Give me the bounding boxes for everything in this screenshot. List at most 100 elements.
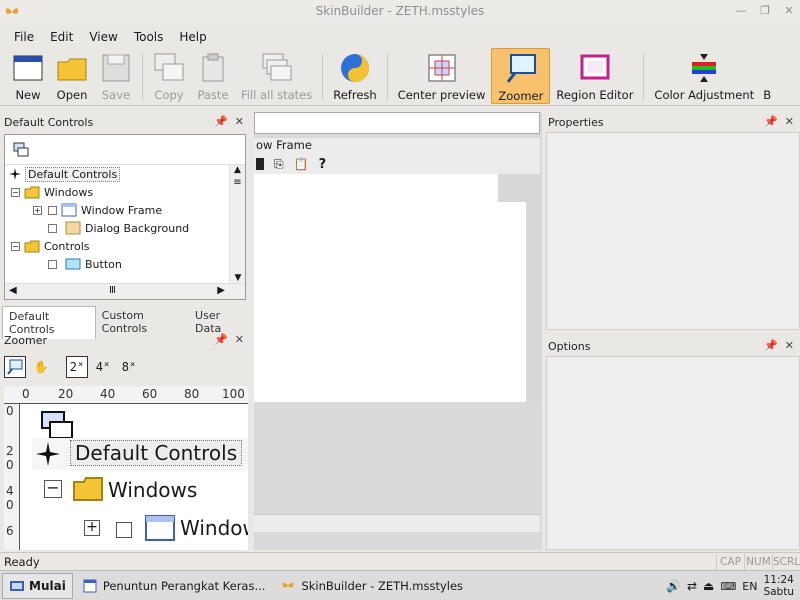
scroll-thumb[interactable]: ≡ — [230, 177, 245, 188]
center-preview-button[interactable]: Center preview — [392, 48, 492, 104]
menu-tools[interactable]: Tools — [126, 30, 172, 44]
tree-item-default-controls[interactable]: Default Controls — [5, 165, 231, 183]
ruler-label: 2 — [6, 444, 14, 458]
open-button[interactable]: Open — [50, 48, 94, 104]
taskbar-item-skinbuilder[interactable]: SkinBuilder - ZETH.msstyles — [275, 573, 469, 599]
region-editor-icon — [580, 54, 610, 80]
close-panel-icon[interactable]: ✕ — [235, 333, 244, 346]
tree-vertical-scrollbar[interactable]: ▲ ≡ ▼ — [229, 165, 245, 283]
minimize-button[interactable]: — — [734, 4, 748, 18]
scroll-left-icon[interactable]: ◀ — [9, 285, 17, 296]
zoom-4x-button[interactable]: 4 ˟ — [92, 356, 114, 378]
zoom-2x-button[interactable]: 2 ˟ — [66, 356, 88, 378]
save-button[interactable]: Save — [94, 48, 138, 104]
new-button[interactable]: New — [6, 48, 50, 104]
zoomer-button[interactable]: Zoomer — [491, 48, 551, 104]
checkbox[interactable] — [48, 223, 57, 233]
preview-frame-edge — [526, 174, 540, 402]
controls-tree: Default Controls − Windows + Window Fram… — [5, 165, 231, 283]
collapse-icon[interactable]: − — [11, 241, 20, 251]
zoomed-window-frame-icon — [145, 515, 175, 541]
close-panel-icon[interactable]: ✕ — [785, 115, 794, 128]
preview-canvas[interactable] — [254, 174, 540, 402]
scroll-right-icon[interactable]: ▶ — [217, 285, 225, 296]
color-adjustment-button[interactable]: Color Adjustment — [648, 48, 760, 104]
pin-icon[interactable]: 📌 — [764, 339, 778, 352]
color-adjustment-icon — [692, 54, 717, 82]
button-control-icon — [65, 258, 81, 270]
toolbar-separator — [142, 54, 143, 100]
clock-time: 11:24 — [763, 574, 794, 586]
toolbar-overflow-button[interactable]: B — [760, 48, 772, 104]
properties-body[interactable] — [546, 132, 800, 330]
zoomed-collapse-icon: − — [44, 480, 62, 498]
checkbox[interactable] — [48, 259, 57, 269]
tree-item-windows[interactable]: − Windows — [5, 183, 231, 201]
windows-stack-icon[interactable] — [13, 142, 29, 158]
pin-icon[interactable]: 📌 — [214, 115, 228, 128]
hand-tool-button[interactable]: ✋ — [30, 356, 52, 378]
zoom-8x-button[interactable]: 8 ˟ — [118, 356, 140, 378]
clock[interactable]: 11:24 Sabtu — [763, 574, 794, 598]
properties-panel-title: Properties — [548, 115, 604, 129]
pin-icon[interactable]: 📌 — [214, 333, 228, 346]
zoomed-label-window: Window — [180, 516, 248, 540]
network-icon[interactable]: ⇄ — [687, 579, 697, 593]
language-indicator[interactable]: EN — [742, 580, 757, 593]
zoomed-label-windows: Windows — [108, 478, 198, 502]
preview-combo-box[interactable] — [254, 112, 540, 134]
copy-icon — [154, 53, 184, 81]
start-button[interactable]: Mulai — [2, 572, 73, 599]
preview-statusbar — [254, 514, 540, 532]
taskbar-item-hardware-guide[interactable]: Penuntun Perangkat Keras... — [77, 573, 272, 599]
tree-item-dialog-background[interactable]: Dialog Background — [5, 219, 231, 237]
zoom-view[interactable]: 0 20 40 60 80 100 0 2 0 4 0 6 Default Co… — [4, 386, 248, 550]
magnifier-tool-button[interactable] — [4, 356, 26, 378]
fill-all-states-button[interactable]: Fill all states — [235, 48, 318, 104]
properties-panel: Properties 📌 ✕ — [544, 112, 800, 330]
region-editor-button[interactable]: Region Editor — [550, 48, 639, 104]
volume-icon[interactable]: 🔊 — [666, 579, 681, 593]
menu-file[interactable]: File — [6, 30, 42, 44]
tree-item-window-frame[interactable]: + Window Frame — [5, 201, 231, 219]
menu-edit[interactable]: Edit — [42, 30, 81, 44]
copy-button[interactable]: Copy — [147, 48, 191, 104]
zoomed-folder-icon — [73, 477, 103, 501]
expand-icon[interactable]: + — [33, 205, 42, 215]
save-icon[interactable] — [256, 158, 264, 170]
help-icon[interactable]: ? — [319, 157, 327, 172]
collapse-icon[interactable]: − — [11, 187, 20, 197]
refresh-button[interactable]: Refresh — [327, 48, 382, 104]
usb-icon[interactable]: ⏏ — [703, 579, 714, 593]
zoomer-panel-title: Zoomer — [4, 333, 48, 347]
close-panel-icon[interactable]: ✕ — [235, 115, 244, 128]
close-button[interactable]: ✕ — [782, 4, 796, 18]
menu-help[interactable]: Help — [171, 30, 214, 44]
menu-view[interactable]: View — [81, 30, 125, 44]
options-panel-header: Options 📌 ✕ — [544, 336, 800, 356]
preview-area[interactable]: ow Frame ⎘ 📋 ? — [254, 112, 542, 550]
magnifier-icon — [7, 359, 23, 375]
keyboard-icon[interactable]: ⌨ — [720, 580, 736, 593]
dialog-background-icon — [65, 221, 81, 235]
ruler-label: 0 — [6, 498, 14, 512]
options-body[interactable] — [546, 356, 800, 550]
pin-icon[interactable]: 📌 — [764, 115, 778, 128]
close-panel-icon[interactable]: ✕ — [785, 339, 794, 352]
scroll-up-icon[interactable]: ▲ — [230, 165, 245, 175]
paste-button[interactable]: Paste — [191, 48, 235, 104]
options-panel-title: Options — [548, 339, 591, 353]
scroll-thumb[interactable]: Ⅲ — [109, 285, 116, 296]
properties-panel-header: Properties 📌 ✕ — [544, 112, 800, 132]
preview-document-header: ow Frame — [254, 138, 540, 154]
checkbox[interactable] — [48, 205, 57, 215]
toolbar-separator — [643, 54, 645, 100]
copy-icon[interactable]: ⎘ — [274, 157, 284, 172]
tree-item-button[interactable]: Button — [5, 255, 231, 273]
tree-item-controls[interactable]: − Controls — [5, 237, 231, 255]
menu-bar: File Edit View Tools Help — [0, 26, 800, 48]
maximize-button[interactable]: ❐ — [758, 4, 772, 18]
paste-icon[interactable]: 📋 — [294, 157, 309, 171]
scroll-down-icon[interactable]: ▼ — [230, 273, 246, 283]
tree-horizontal-scrollbar[interactable]: ◀ Ⅲ ▶ — [5, 283, 245, 299]
